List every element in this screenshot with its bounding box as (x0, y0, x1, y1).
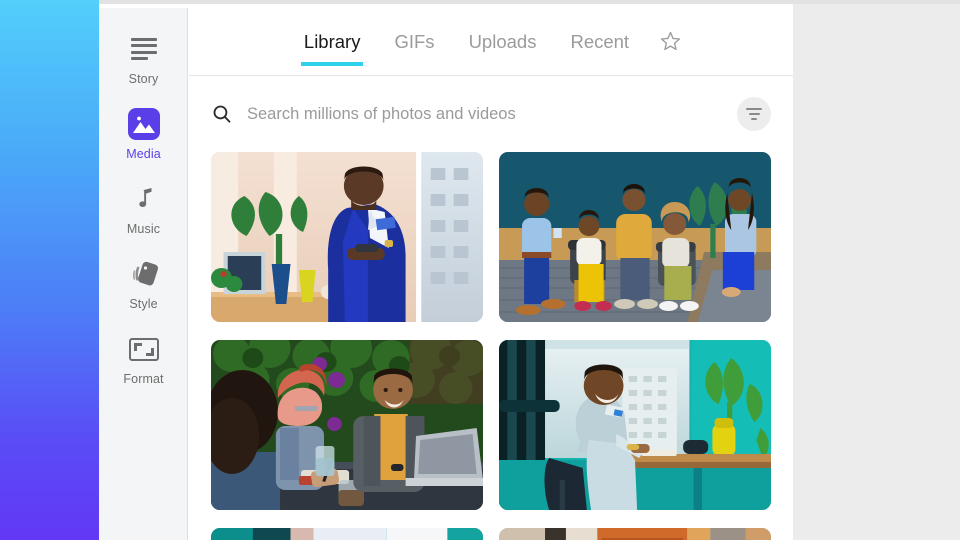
tab-label: Recent (570, 30, 630, 52)
media-image-icon (127, 107, 161, 141)
tab-label: Library (303, 30, 361, 52)
search-bar (189, 76, 793, 152)
media-thumbnail[interactable] (499, 340, 771, 510)
media-panel: Library GIFs Uploads Recent (189, 8, 793, 540)
media-thumbnail[interactable] (499, 152, 771, 322)
sidebar-item-media[interactable]: Media (99, 99, 188, 165)
music-note-icon (127, 182, 161, 216)
sidebar: Story Media Music Style Format (99, 8, 188, 540)
sidebar-item-format[interactable]: Format (99, 324, 188, 390)
editor-window: Story Media Music Style Format Library G… (99, 0, 793, 540)
sidebar-item-music[interactable]: Music (99, 174, 188, 240)
sidebar-item-label: Format (123, 372, 164, 386)
tab-uploads[interactable]: Uploads (452, 8, 554, 76)
tab-bar: Library GIFs Uploads Recent (189, 8, 793, 76)
sidebar-item-label: Media (126, 147, 161, 161)
media-thumbnail[interactable] (211, 340, 483, 510)
app-window: Story Media Music Style Format Library G… (0, 0, 960, 540)
media-thumbnail[interactable] (499, 528, 771, 540)
star-outline-icon[interactable] (646, 8, 695, 76)
story-lines-icon (127, 32, 161, 66)
sidebar-item-label: Style (129, 297, 158, 311)
sidebar-item-label: Music (126, 222, 161, 236)
tab-label: GIFs (394, 30, 435, 52)
sidebar-item-style[interactable]: Style (99, 249, 188, 315)
search-icon (211, 103, 233, 125)
tab-library[interactable]: Library (287, 8, 378, 76)
format-frame-icon (127, 332, 161, 366)
sidebar-item-story[interactable]: Story (99, 24, 188, 90)
tab-gifs[interactable]: GIFs (377, 8, 451, 76)
style-card-icon (127, 257, 161, 291)
tab-label: Uploads (468, 30, 537, 52)
window-top-border (793, 0, 960, 4)
media-thumbnail[interactable] (211, 152, 483, 322)
tab-recent[interactable]: Recent (553, 8, 646, 76)
search-input[interactable] (247, 104, 737, 124)
filter-icon[interactable] (737, 97, 771, 131)
media-thumbnail[interactable] (211, 528, 483, 540)
sidebar-item-label: Story (128, 72, 159, 86)
desktop-background-right (793, 0, 960, 540)
media-grid (189, 152, 793, 540)
desktop-gradient-backdrop (0, 0, 99, 540)
